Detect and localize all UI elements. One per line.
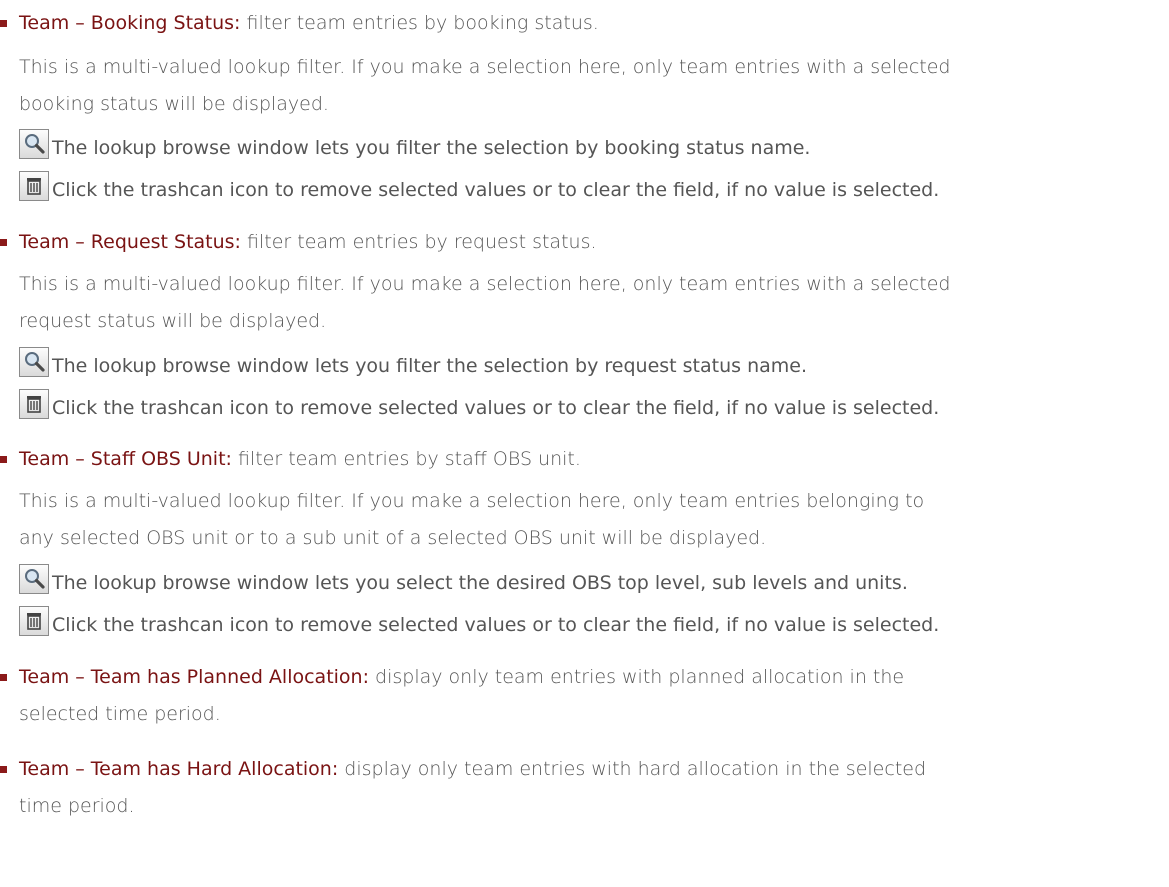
term-label: Team – Team has Hard Allocation: [19,758,339,780]
lookup-description: The lookup browse window lets you filter… [52,137,811,159]
term-description: filter team entries by booking status. [240,12,599,34]
trashcan-icon[interactable] [19,389,49,419]
trash-description: Click the trashcan icon to remove select… [52,179,940,201]
trash-row: Click the trashcan icon to remove select… [19,389,1169,423]
paragraph-line: This is a multi-valued lookup filter. If… [19,490,925,512]
bullet-marker [0,20,7,27]
trash-row: Click the trashcan icon to remove select… [19,171,1169,205]
lookup-description: The lookup browse window lets you select… [52,572,908,594]
bullet-marker [0,674,7,681]
trashcan-icon[interactable] [19,606,49,636]
term-label: Team – Request Status: [19,231,241,253]
list-item-heading: Team – Team has Planned Allocation: disp… [19,661,1169,694]
paragraph-line: any selected OBS unit or to a sub unit o… [19,527,767,549]
search-icon[interactable] [19,347,49,377]
bullet-marker [0,766,7,773]
paragraph-line: booking status will be displayed. [19,93,329,115]
search-icon[interactable] [19,129,49,159]
list-item-heading: Team – Booking Status: filter team entri… [19,7,1169,40]
trash-row: Click the trashcan icon to remove select… [19,606,1169,640]
search-icon[interactable] [19,564,49,594]
paragraph-line: request status will be displayed. [19,310,327,332]
term-description: display only team entries with planned a… [369,666,905,688]
term-label: Team – Team has Planned Allocation: [19,666,369,688]
term-description: filter team entries by staff OBS unit. [231,448,581,470]
trash-description: Click the trashcan icon to remove select… [52,614,940,636]
trashcan-icon[interactable] [19,171,49,201]
document-page: Team – Booking Status: filter team entri… [0,0,1169,887]
paragraph-line: This is a multi-valued lookup filter. If… [19,56,951,78]
list-item-heading: Team – Staff OBS Unit: filter team entri… [19,443,1169,476]
term-label: Team – Booking Status: [19,12,241,34]
lookup-description: The lookup browse window lets you filter… [52,355,807,377]
lookup-row: The lookup browse window lets you select… [19,564,1169,598]
paragraph-line: This is a multi-valued lookup filter. If… [19,273,951,295]
list-item-heading: Team – Team has Hard Allocation: display… [19,753,1169,786]
bullet-marker [0,456,7,463]
bullet-marker [0,239,7,246]
term-description: display only team entries with hard allo… [338,758,927,780]
term-description: filter team entries by request status. [240,231,597,253]
term-label: Team – Staff OBS Unit: [19,448,232,470]
trash-description: Click the trashcan icon to remove select… [52,397,940,419]
paragraph-line: time period. [19,795,135,817]
lookup-row: The lookup browse window lets you filter… [19,129,1169,163]
list-item-heading: Team – Request Status: filter team entri… [19,226,1169,259]
lookup-row: The lookup browse window lets you filter… [19,347,1169,381]
paragraph-line: selected time period. [19,703,221,725]
